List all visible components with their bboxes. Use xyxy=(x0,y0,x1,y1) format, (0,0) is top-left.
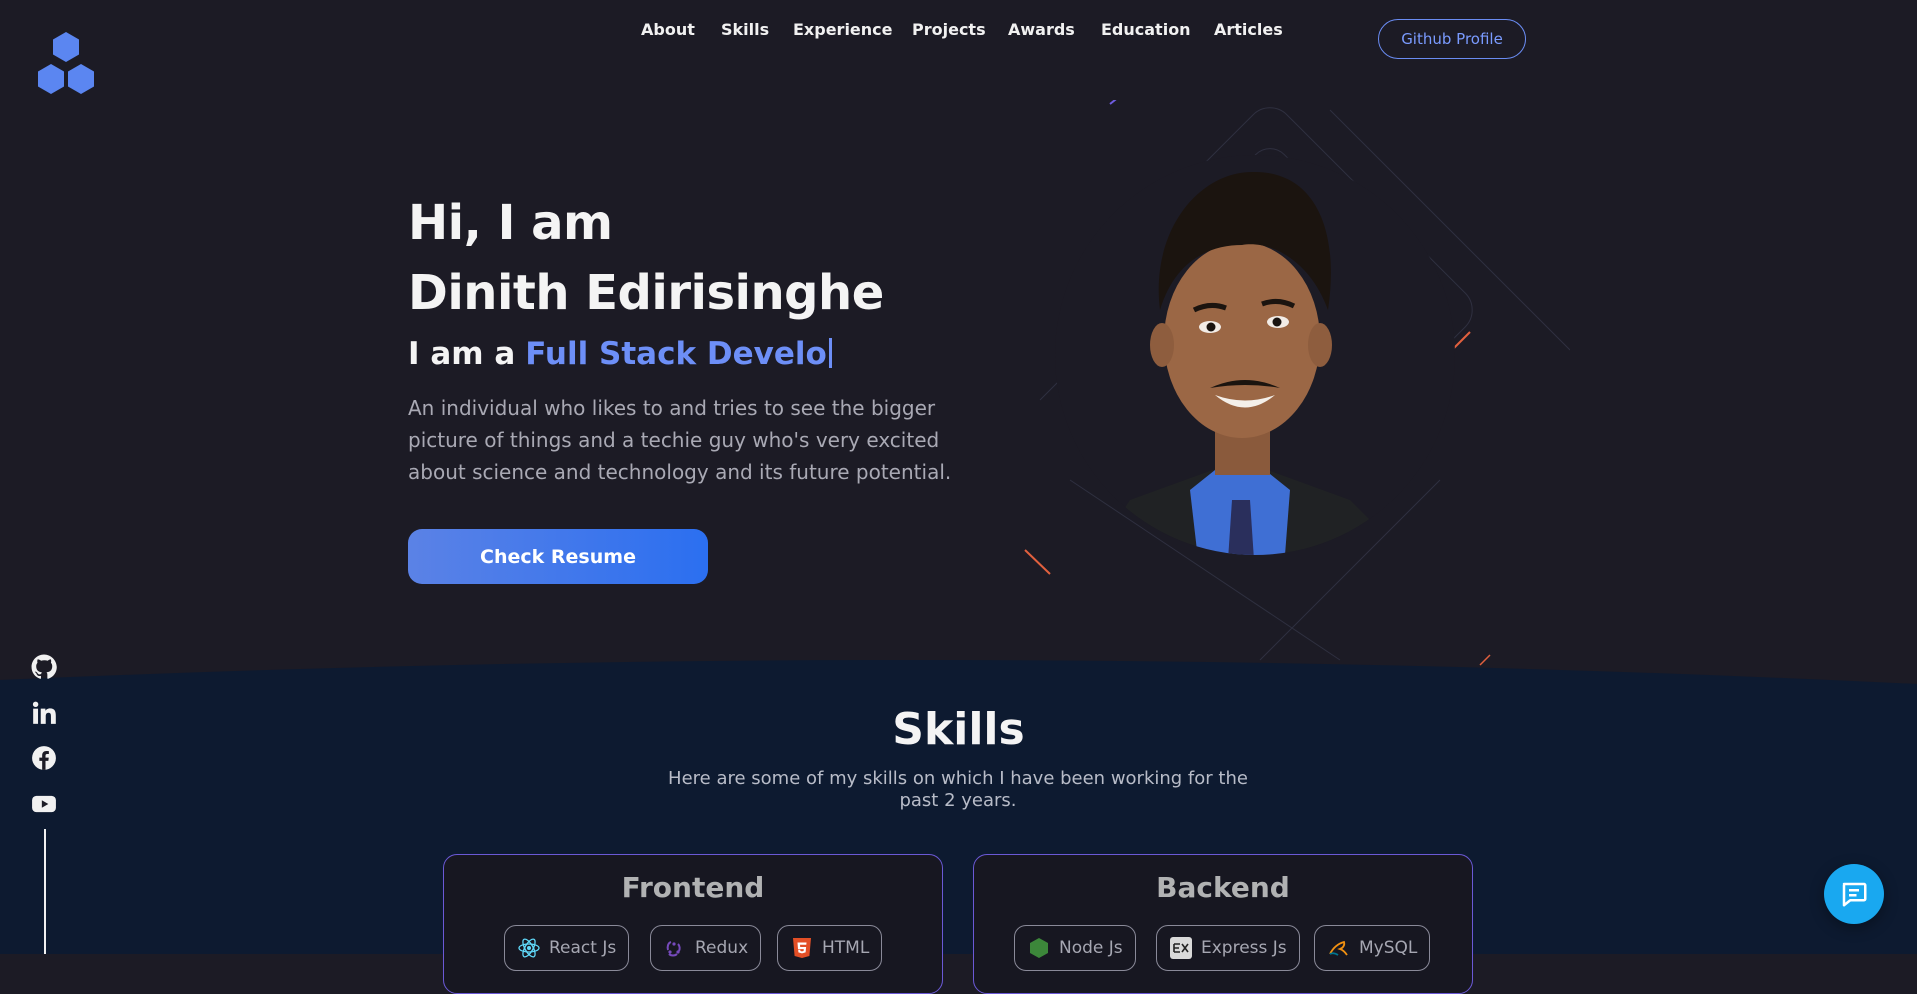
skill-chip-express: Express Js xyxy=(1156,925,1300,971)
skill-card-frontend: Frontend React Js Redux HTML xyxy=(443,854,943,994)
github-profile-button[interactable]: Github Profile xyxy=(1378,19,1526,59)
hero-description: An individual who likes to and tries to … xyxy=(408,396,952,484)
role-typewriter: Full Stack Develo xyxy=(525,336,827,372)
nav-item-awards[interactable]: Awards xyxy=(1008,20,1075,39)
skill-chip-redux: Redux xyxy=(650,925,762,971)
role-line: I am a Full Stack Develo xyxy=(408,336,832,372)
youtube-icon[interactable] xyxy=(31,791,57,817)
html5-icon xyxy=(793,938,811,958)
skill-card-backend: Backend Node Js Express Js MySQL xyxy=(973,854,1473,994)
decor-streak xyxy=(1109,100,1117,105)
skill-chip-nodejs: Node Js xyxy=(1014,925,1136,971)
skill-chip-label: React Js xyxy=(549,938,617,958)
nav-item-articles[interactable]: Articles xyxy=(1214,20,1283,39)
skills-title: Skills xyxy=(892,704,1025,755)
nav-item-projects[interactable]: Projects xyxy=(912,20,986,39)
social-divider-line xyxy=(44,829,46,954)
skill-chip-label: Express Js xyxy=(1201,938,1287,958)
check-resume-button[interactable]: Check Resume xyxy=(408,529,708,584)
skill-card-title: Frontend xyxy=(621,871,765,904)
nav-item-skills[interactable]: Skills xyxy=(721,20,769,39)
typing-cursor xyxy=(828,338,832,368)
skill-chip-label: Node Js xyxy=(1059,938,1123,958)
skill-chip-label: Redux xyxy=(695,938,749,958)
skills-subtitle: Here are some of my skills on which I ha… xyxy=(668,768,1248,811)
skill-chip-label: HTML xyxy=(822,938,870,958)
hero-greeting: Hi, I am xyxy=(408,195,613,251)
role-prefix: I am a xyxy=(408,336,516,372)
nav-item-about[interactable]: About xyxy=(641,20,695,39)
hero-heading: Hi, I am Dinith Edirisinghe xyxy=(408,188,884,328)
express-icon xyxy=(1170,937,1192,959)
github-icon[interactable] xyxy=(31,654,57,680)
skill-chip-react: React Js xyxy=(504,925,630,971)
nav-item-education[interactable]: Education xyxy=(1101,20,1191,39)
nodejs-icon xyxy=(1030,938,1048,958)
skill-chip-html: HTML xyxy=(777,925,883,971)
profile-photo xyxy=(1024,100,1570,666)
chat-bubble-icon xyxy=(1842,882,1867,907)
hero-name: Dinith Edirisinghe xyxy=(408,265,884,321)
nav-item-experience[interactable]: Experience xyxy=(793,20,893,39)
skill-card-title: Backend xyxy=(1156,871,1290,904)
chat-button[interactable] xyxy=(1824,864,1884,924)
mysql-icon xyxy=(1329,940,1348,956)
main-nav: About Skills Experience Projects Awards … xyxy=(0,20,1917,44)
redux-icon xyxy=(666,941,681,957)
react-icon xyxy=(518,938,540,958)
decor-streak xyxy=(1024,549,1051,575)
skill-chip-label: MySQL xyxy=(1359,938,1418,958)
skill-chip-mysql: MySQL xyxy=(1314,925,1431,971)
